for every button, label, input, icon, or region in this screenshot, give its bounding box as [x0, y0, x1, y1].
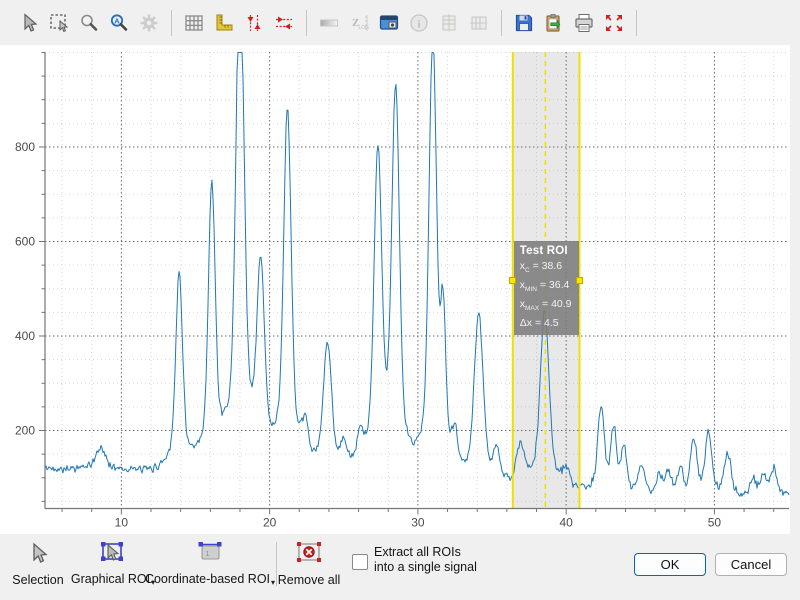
plot-toolbar: A ZLOG i [0, 0, 800, 45]
roi-left-handle[interactable] [509, 277, 516, 284]
coordinate-roi-label: Coordinate-based ROI [145, 572, 270, 586]
zoom-icon[interactable] [74, 8, 103, 37]
copy-icon[interactable] [539, 8, 568, 37]
plot-background [0, 45, 790, 534]
selection-tool-button[interactable]: Selection [9, 537, 67, 589]
coordinate-roi-icon: 1 [194, 539, 226, 566]
roi-tooltip-title: Test ROI [520, 245, 575, 257]
svg-text:200: 200 [15, 424, 35, 438]
grid-icon[interactable] [179, 8, 208, 37]
svg-text:40: 40 [559, 516, 573, 530]
gear-icon[interactable] [134, 8, 163, 37]
svg-text:30: 30 [411, 516, 425, 530]
remove-all-button[interactable]: Remove all [280, 537, 338, 589]
save-icon[interactable] [509, 8, 538, 37]
svg-text:LOG: LOG [358, 25, 369, 31]
remove-all-label: Remove all [278, 573, 341, 587]
graphical-roi-icon [98, 539, 128, 566]
extract-rois-checkbox[interactable] [352, 554, 368, 570]
ruler-icon[interactable] [209, 8, 238, 37]
extract-rois-checkbox-label: Extract all ROIs into a single signal [374, 540, 477, 575]
svg-text:i: i [417, 18, 420, 30]
ok-button[interactable]: OK [634, 553, 706, 576]
svg-text:400: 400 [15, 329, 35, 343]
svg-text:20: 20 [263, 516, 277, 530]
selection-tool-label: Selection [12, 573, 63, 587]
extract-rois-checkbox-row: Extract all ROIs into a single signal [352, 540, 477, 575]
log-scale-icon[interactable]: ZLOG [344, 8, 373, 37]
svg-text:10: 10 [115, 516, 129, 530]
cancel-button[interactable]: Cancel [715, 553, 787, 576]
dropdown-arrow-icon: ▾ [271, 578, 275, 587]
roi-tooltip: Test ROI xC = 38.6xMIN = 36.4xMAX = 40.9… [514, 241, 580, 335]
graphical-roi-label: Graphical ROI [71, 572, 150, 586]
toolbar-separator [171, 10, 172, 36]
roi-editor-dialog: A ZLOG i [0, 0, 800, 600]
coordinate-roi-button[interactable]: 1 Coordinate-based ROI▾ [150, 537, 270, 589]
pointer-icon[interactable] [14, 8, 43, 37]
svg-text:50: 50 [708, 516, 722, 530]
selection-cursor-icon [26, 539, 50, 566]
rect-select-icon[interactable] [44, 8, 73, 37]
toolbar-separator [636, 10, 637, 36]
vertical-cursor-icon[interactable] [239, 8, 268, 37]
signal-plot[interactable]: 200 400 600 800 10 20 30 40 50 [0, 45, 790, 534]
svg-text:600: 600 [15, 234, 35, 248]
snapshot-icon[interactable] [374, 8, 403, 37]
fullscreen-icon[interactable] [599, 8, 628, 37]
toolbar-separator [501, 10, 502, 36]
roi-right-handle[interactable] [576, 277, 583, 284]
svg-text:A: A [114, 16, 120, 25]
toolbar-separator [306, 10, 307, 36]
stats-vertical-icon[interactable] [434, 8, 463, 37]
print-icon[interactable] [569, 8, 598, 37]
roi-tooltip-rows: xC = 38.6xMIN = 36.4xMAX = 40.9Δx = 4.5 [520, 259, 575, 330]
svg-text:800: 800 [15, 140, 35, 154]
info-icon[interactable]: i [404, 8, 433, 37]
horizontal-cursor-icon[interactable] [269, 8, 298, 37]
graphical-roi-button[interactable]: Graphical ROI▾ [70, 537, 156, 589]
stats-horizontal-icon[interactable] [464, 8, 493, 37]
contrast-icon[interactable] [314, 8, 343, 37]
roi-dialog-footer: Selection Graphical ROI▾ 1 Coordinate-ba… [0, 534, 800, 600]
svg-text:1: 1 [206, 551, 210, 558]
remove-all-icon [294, 539, 324, 566]
zoom-auto-icon[interactable]: A [104, 8, 133, 37]
plot-canvas[interactable]: 200 400 600 800 10 20 30 40 50 Test ROI xC = 38.… [0, 45, 790, 534]
